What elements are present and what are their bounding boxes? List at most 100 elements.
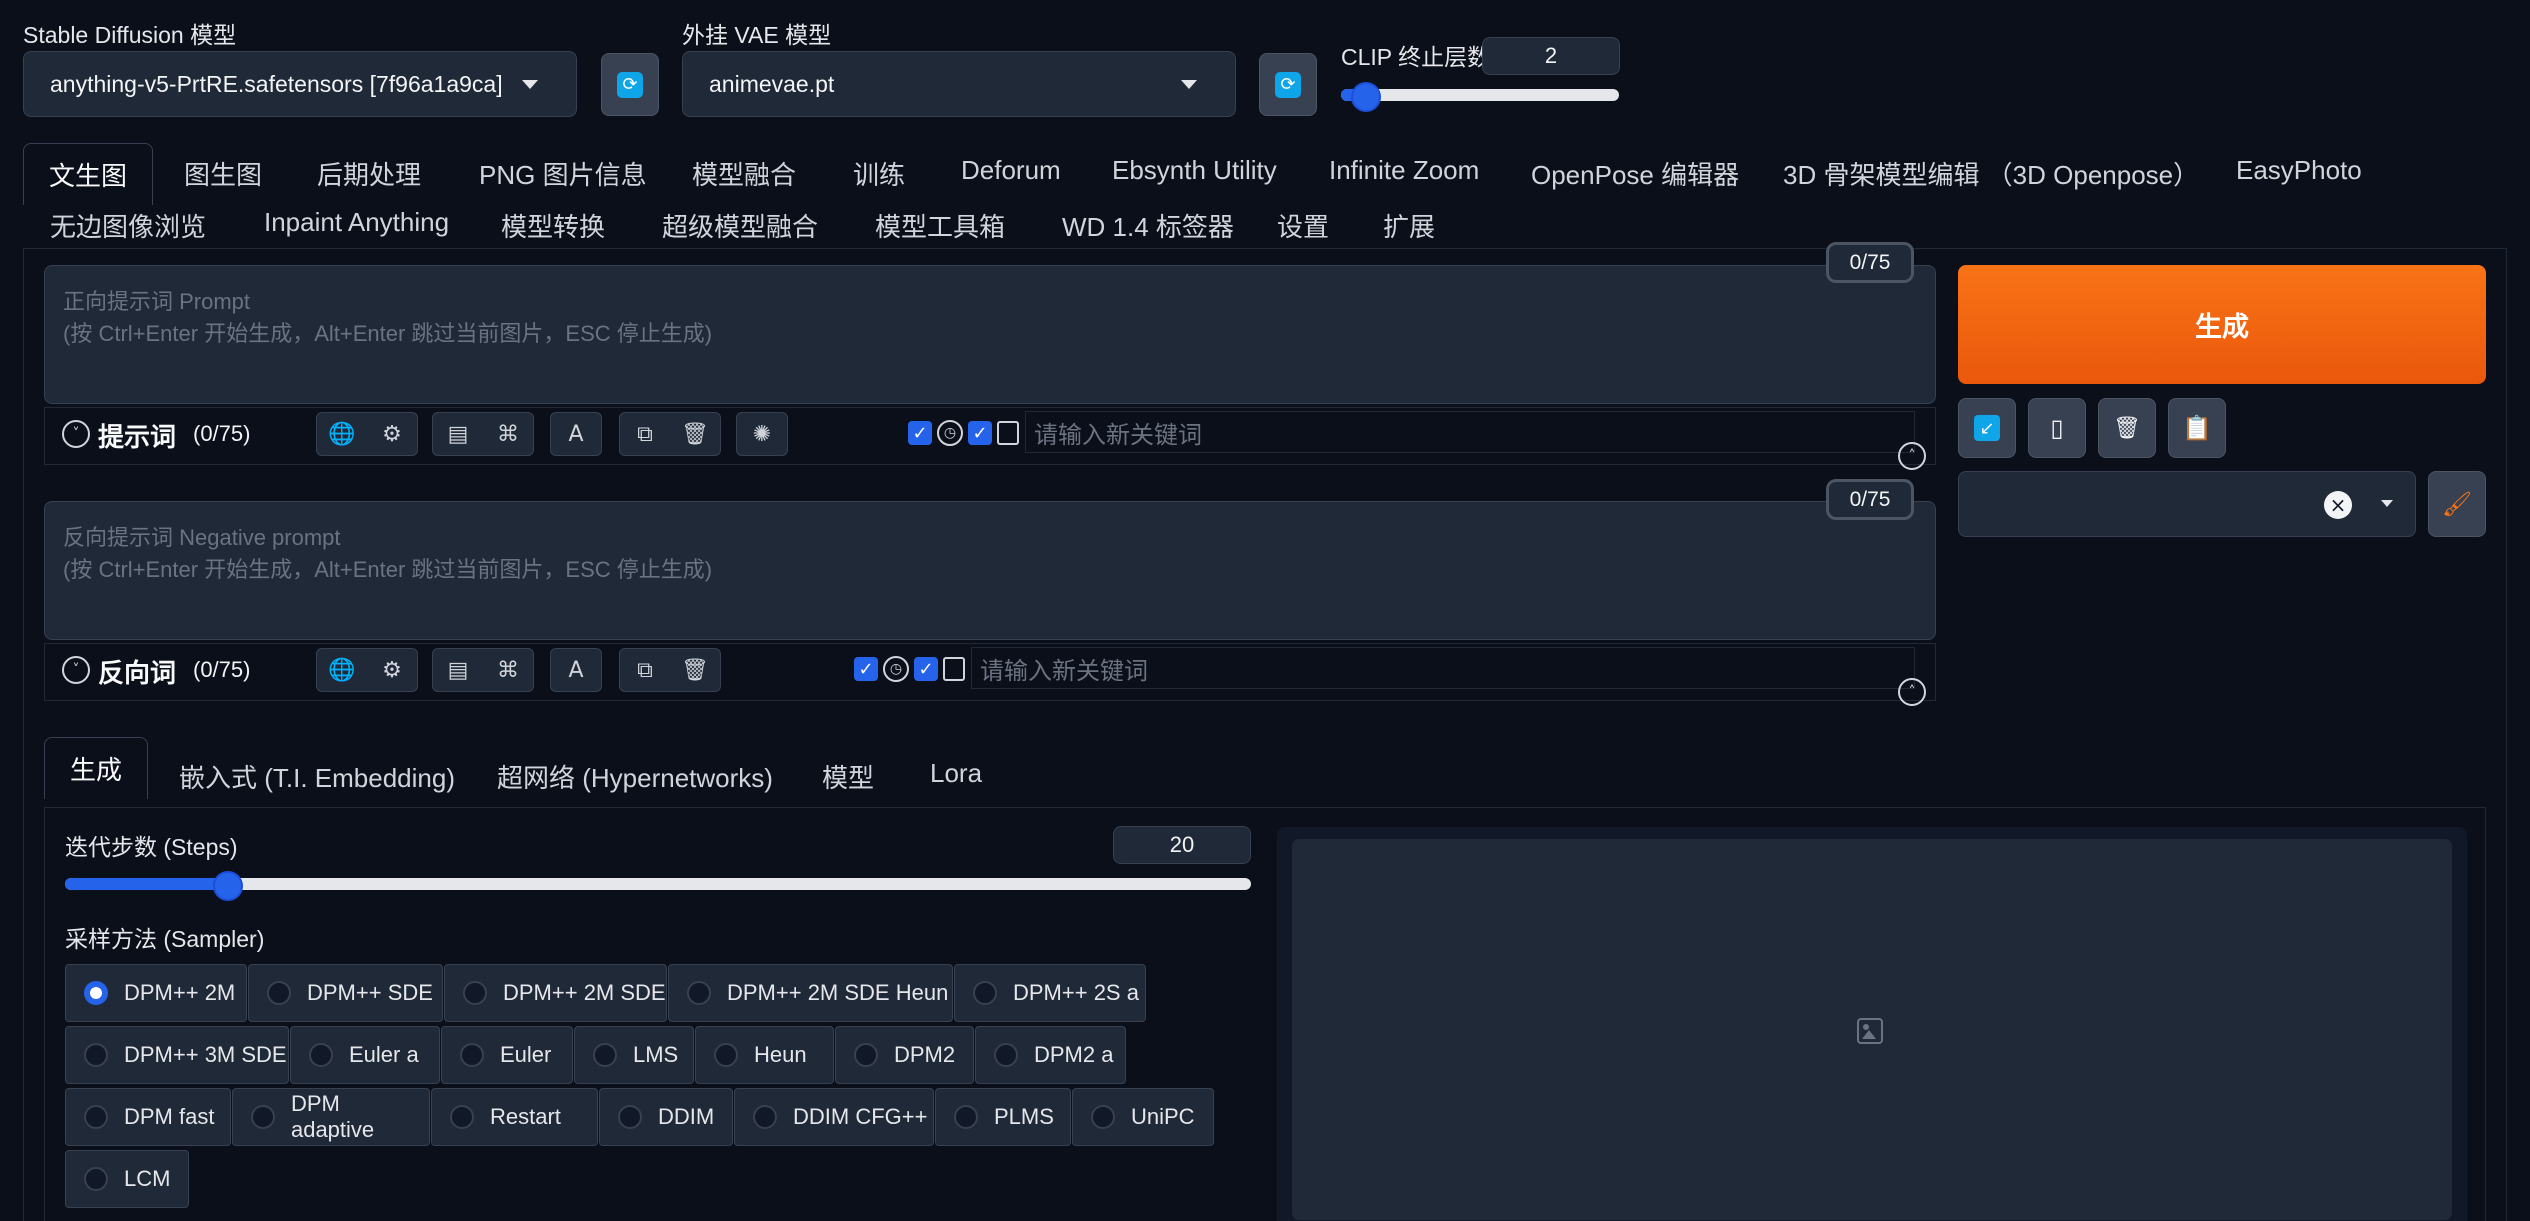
subtab-generation[interactable]: 生成 [44,737,149,799]
tab-easyphoto[interactable]: EasyPhoto [2236,155,2362,186]
copy-icon[interactable]: ⧉ [620,413,670,455]
translate-text-icon[interactable]: A [551,413,601,455]
translate-text-icon[interactable]: A [551,649,601,691]
chevron-up-icon[interactable]: ˄ [1898,442,1926,470]
negative-prompt-textarea[interactable]: 反向提示词 Negative prompt (按 Ctrl+Enter 开始生成… [44,501,1936,640]
tab-wd-tagger[interactable]: WD 1.4 标签器 [1062,207,1234,244]
sampler-option[interactable]: DPM++ SDE [248,964,443,1022]
tab-supermerger[interactable]: 超级模型融合 [662,207,818,244]
checkbox-checked-icon[interactable]: ✓ [854,657,878,681]
tab-train[interactable]: 训练 [853,155,905,192]
prompt-keyword-input[interactable]: 请输入新关键词 [1025,411,1915,453]
radio-icon[interactable] [251,1105,275,1129]
radio-icon[interactable] [973,981,997,1005]
sampler-option[interactable]: PLMS [935,1088,1071,1146]
radio-icon[interactable] [84,1167,108,1191]
translate-globe-icon[interactable]: 🌐 [317,649,367,691]
clip-skip-handle[interactable] [1351,82,1382,112]
tab-txt2img[interactable]: 文生图 [23,143,154,205]
subtab-lora[interactable]: Lora [930,758,982,789]
radio-icon[interactable] [954,1105,978,1129]
radio-icon[interactable] [1091,1105,1115,1129]
chevron-up-icon[interactable]: ˄ [1898,678,1926,706]
generate-button[interactable]: 生成 [1958,265,2486,384]
subtab-embedding[interactable]: 嵌入式 (T.I. Embedding) [179,758,455,795]
tab-inpaint-anything[interactable]: Inpaint Anything [264,207,449,238]
vae-dropdown[interactable]: animevae.pt [682,51,1236,117]
sampler-option[interactable]: LMS [574,1026,694,1084]
sampler-option[interactable]: DPM++ 2S a [954,964,1146,1022]
tab-openpose-editor[interactable]: OpenPose 编辑器 [1531,155,1739,192]
read-params-button[interactable]: ↙ [1958,398,2016,458]
history-icon[interactable]: ▤ [433,413,483,455]
sampler-option[interactable]: DDIM [599,1088,733,1146]
sampler-option[interactable]: DPM++ 3M SDE [65,1026,289,1084]
trash-icon[interactable]: 🗑 [670,649,720,691]
prompt-textarea[interactable]: 正向提示词 Prompt (按 Ctrl+Enter 开始生成，Alt+Ente… [44,265,1936,404]
tab-model-converter[interactable]: 模型转换 [501,207,605,244]
collapse-icon[interactable]: ˅ [62,420,90,448]
styles-dropdown[interactable]: × [1958,471,2416,537]
sampler-option[interactable]: DPM++ 2M [65,964,247,1022]
history-icon[interactable]: ▤ [433,649,483,691]
checkbox-checked-icon[interactable]: ✓ [968,421,992,445]
sampler-option[interactable]: LCM [65,1150,189,1208]
sampler-option[interactable]: DPM fast [65,1088,231,1146]
steps-slider[interactable] [65,871,1251,901]
radio-icon[interactable] [450,1105,474,1129]
sampler-option[interactable]: DPM adaptive [232,1088,430,1146]
collapse-icon[interactable]: ˅ [62,656,90,684]
sd-model-refresh-button[interactable]: ⟳ [601,53,659,116]
radio-icon[interactable] [463,981,487,1005]
radio-icon[interactable] [309,1043,333,1067]
tab-extras[interactable]: 后期处理 [317,155,421,192]
sampler-option[interactable]: DPM++ 2M SDE Heun [668,964,953,1022]
radio-icon[interactable] [714,1043,738,1067]
tab-settings[interactable]: 设置 [1277,207,1329,244]
bookmark-icon[interactable]: ⌘ [483,649,533,691]
tab-checkpoint-merger[interactable]: 模型融合 [692,155,796,192]
sampler-option[interactable]: DDIM CFG++ [734,1088,934,1146]
timer-icon[interactable]: ◷ [883,656,909,682]
sampler-option[interactable]: Restart [431,1088,598,1146]
radio-icon[interactable] [854,1043,878,1067]
clear-x-icon[interactable]: × [2324,491,2352,519]
sampler-option[interactable]: UniPC [1072,1088,1214,1146]
tab-img2img[interactable]: 图生图 [184,155,262,192]
sampler-option[interactable]: Euler [441,1026,573,1084]
tab-infinite-zoom[interactable]: Infinite Zoom [1329,155,1479,186]
sampler-option[interactable]: DPM2 a [975,1026,1126,1084]
radio-icon[interactable] [618,1105,642,1129]
tab-image-browser[interactable]: 无边图像浏览 [50,207,206,244]
checkbox-checked-icon[interactable]: ✓ [914,657,938,681]
steps-input[interactable]: 20 [1113,826,1251,864]
radio-icon[interactable] [267,981,291,1005]
radio-icon[interactable] [687,981,711,1005]
checkbox-checked-icon[interactable]: ✓ [908,421,932,445]
tab-png-info[interactable]: PNG 图片信息 [479,155,647,192]
sampler-option[interactable]: DPM++ 2M SDE [444,964,667,1022]
radio-checked-icon[interactable] [84,981,108,1005]
tab-ebsynth[interactable]: Ebsynth Utility [1112,155,1277,186]
copy-icon[interactable]: ⧉ [620,649,670,691]
clip-skip-input[interactable]: 2 [1482,37,1620,75]
subtab-checkpoints[interactable]: 模型 [822,758,874,795]
negative-keyword-input[interactable]: 请输入新关键词 [971,647,1915,689]
radio-icon[interactable] [460,1043,484,1067]
clear-prompt-button[interactable]: 🗑 [2098,398,2156,458]
trash-icon[interactable]: 🗑 [670,413,720,455]
timer-icon[interactable]: ◷ [937,420,963,446]
vae-refresh-button[interactable]: ⟳ [1259,53,1317,116]
translate-globe-icon[interactable]: 🌐 [317,413,367,455]
panel-icon[interactable] [997,421,1019,445]
gear-icon[interactable]: ⚙ [367,649,417,691]
radio-icon[interactable] [84,1043,108,1067]
tab-extensions[interactable]: 扩展 [1383,207,1435,244]
subtab-hypernetworks[interactable]: 超网络 (Hypernetworks) [497,758,773,795]
tab-model-toolkit[interactable]: 模型工具箱 [875,207,1005,244]
sampler-option[interactable]: Euler a [290,1026,440,1084]
bookmark-icon[interactable]: ⌘ [483,413,533,455]
clip-skip-slider[interactable] [1341,82,1619,112]
styles-button[interactable]: 📋 [2168,398,2226,458]
panel-icon[interactable] [943,657,965,681]
